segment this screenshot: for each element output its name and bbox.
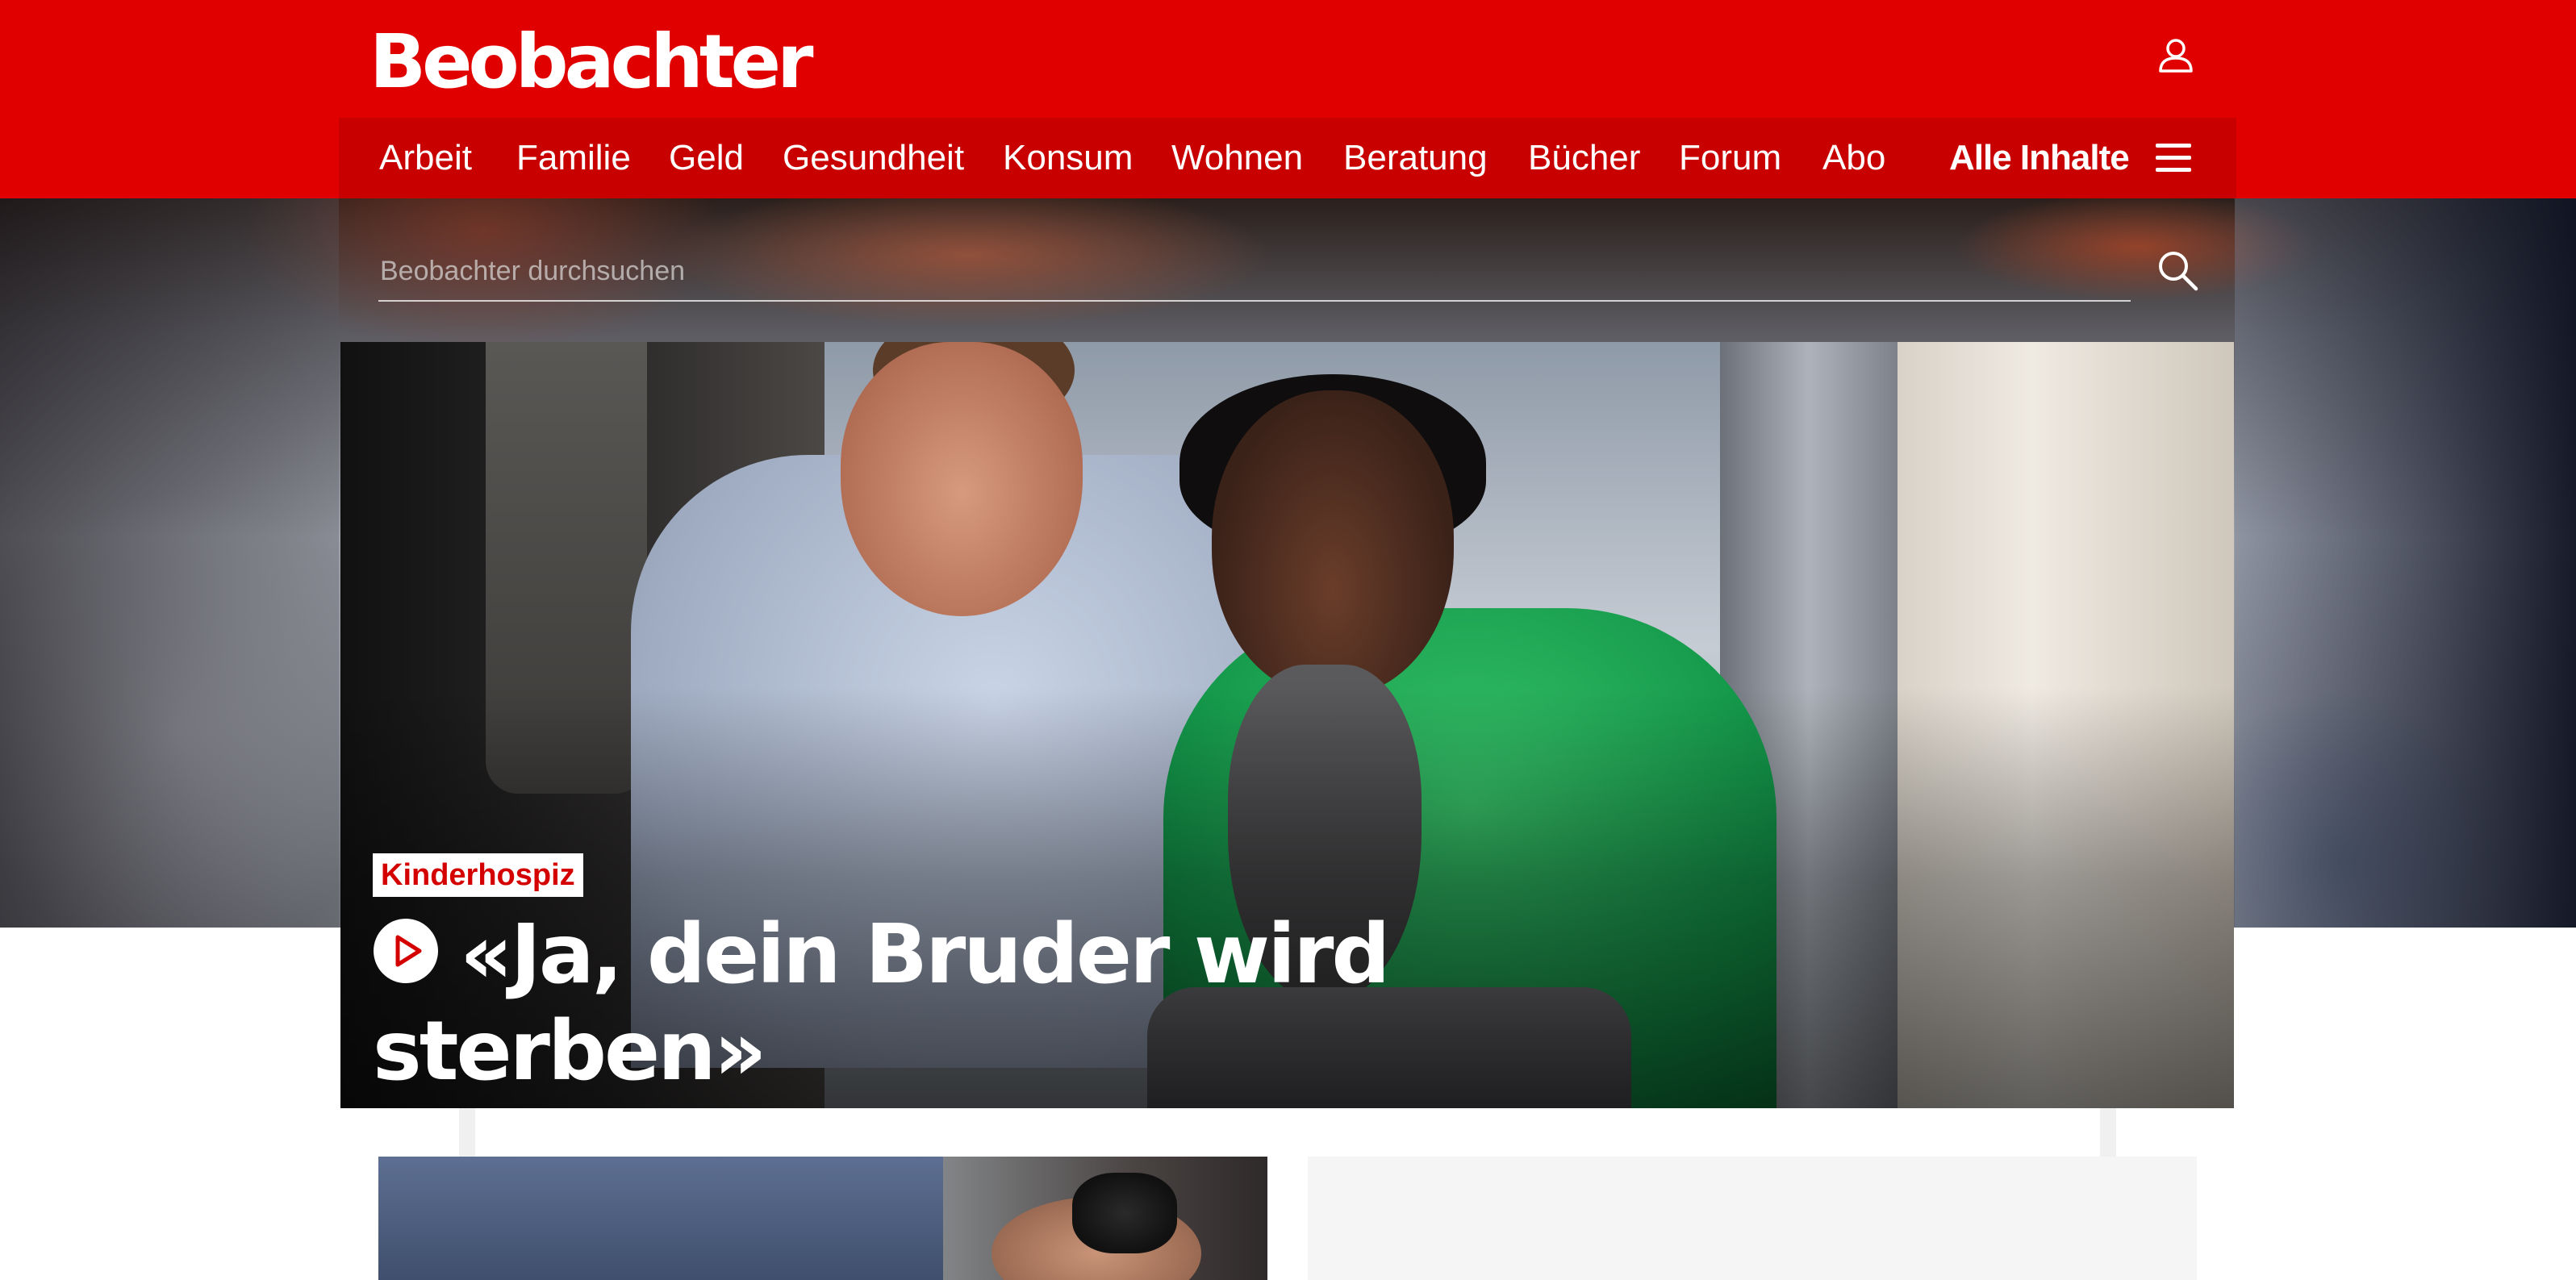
nav-item-arbeit[interactable]: Arbeit — [379, 118, 472, 198]
nav-item-wohnen[interactable]: Wohnen — [1171, 118, 1303, 198]
all-content-link[interactable]: Alle Inhalte — [1949, 118, 2130, 198]
search-input[interactable] — [378, 242, 2131, 302]
nav-item-buecher[interactable]: Bücher — [1528, 118, 1640, 198]
search-button[interactable] — [2156, 248, 2199, 292]
teaser-image[interactable] — [378, 1157, 1267, 1280]
nav-item-abo[interactable]: Abo — [1822, 118, 1885, 198]
article-kicker: Kinderhospiz — [373, 853, 583, 897]
search-icon — [2159, 252, 2198, 291]
user-account-button[interactable] — [2156, 35, 2196, 76]
nav-item-familie[interactable]: Familie — [516, 118, 631, 198]
user-icon — [2159, 39, 2193, 73]
ad-placeholder — [1308, 1157, 2197, 1280]
nav-item-forum[interactable]: Forum — [1679, 118, 1781, 198]
hamburger-menu-icon[interactable] — [2156, 142, 2191, 174]
article-headline[interactable]: «Ja, dein Bruder wird sterben» — [373, 907, 1583, 1100]
nav-item-konsum[interactable]: Konsum — [1003, 118, 1133, 198]
play-circle-icon[interactable] — [373, 918, 439, 984]
site-logo[interactable]: Beobachter — [369, 19, 813, 105]
nav-item-geld[interactable]: Geld — [669, 118, 744, 198]
nav-item-beratung[interactable]: Beratung — [1343, 118, 1488, 198]
nav-item-gesundheit[interactable]: Gesundheit — [783, 118, 964, 198]
hero-article-card[interactable]: Kinderhospiz «Ja, dein Bruder wird sterb… — [340, 342, 2234, 1108]
